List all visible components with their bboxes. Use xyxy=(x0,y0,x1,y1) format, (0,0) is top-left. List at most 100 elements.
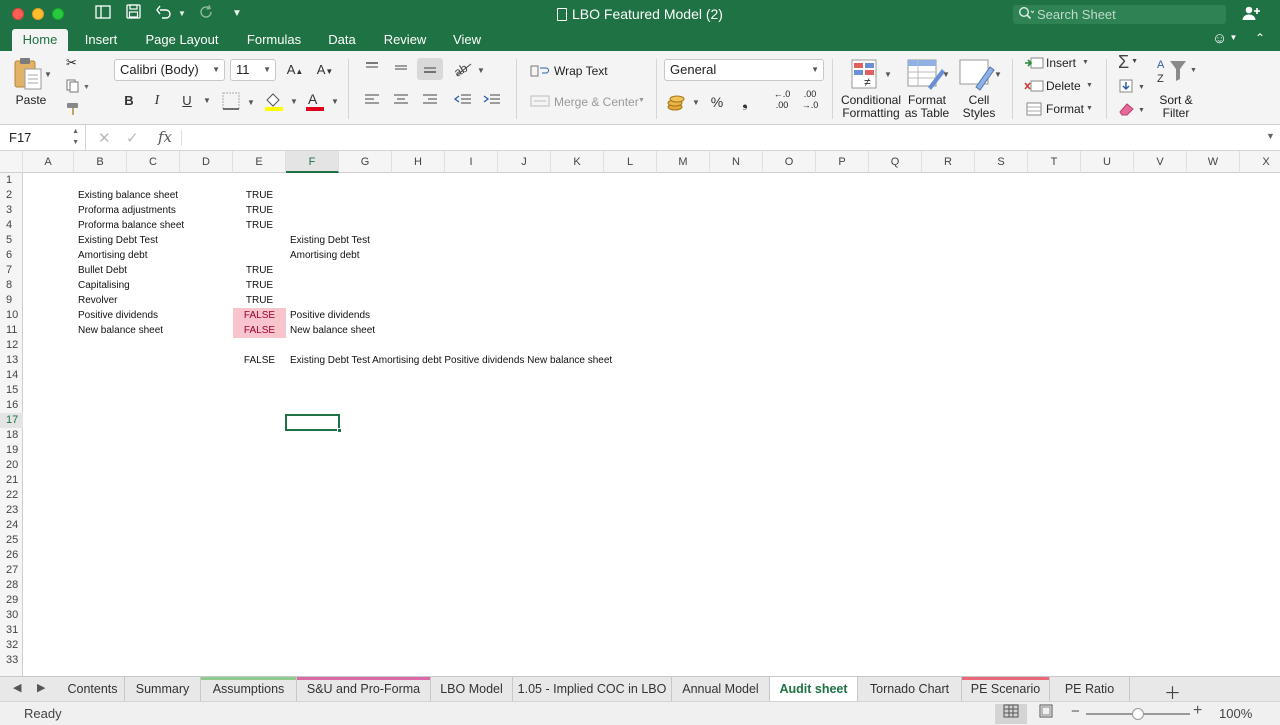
conditional-formatting-icon[interactable]: ≠ ▼ xyxy=(850,57,892,94)
column-header-d[interactable]: D xyxy=(180,151,233,173)
sheet-tab-contents[interactable]: Contents xyxy=(61,677,125,701)
column-header-u[interactable]: U xyxy=(1081,151,1134,173)
paste-label[interactable]: Paste xyxy=(10,94,52,107)
tab-insert[interactable]: Insert xyxy=(78,29,124,51)
cell-styles-icon[interactable]: ▼ xyxy=(958,57,1002,94)
customize-toolbar-icon[interactable]: ▼ xyxy=(230,4,244,24)
cell-b9[interactable]: Revolver xyxy=(78,293,117,308)
column-header-n[interactable]: N xyxy=(710,151,763,173)
column-header-q[interactable]: Q xyxy=(869,151,922,173)
paste-icon[interactable] xyxy=(12,57,48,94)
tab-page-layout[interactable]: Page Layout xyxy=(137,29,227,51)
column-header-p[interactable]: P xyxy=(816,151,869,173)
column-header-v[interactable]: V xyxy=(1134,151,1187,173)
cell-e3[interactable]: TRUE xyxy=(233,203,286,218)
accounting-format-icon[interactable]: ▼ xyxy=(666,92,700,115)
normal-view-icon[interactable] xyxy=(995,704,1027,724)
column-header-b[interactable]: B xyxy=(74,151,127,173)
row-header-1[interactable]: 1 xyxy=(0,173,23,188)
sheet-tab-1-05-implied-coc-in-lbo[interactable]: 1.05 - Implied COC in LBO xyxy=(513,677,672,701)
align-middle-button[interactable] xyxy=(388,58,414,80)
cut-icon[interactable]: ✂ xyxy=(66,55,77,71)
format-as-table-button[interactable]: Format as Table xyxy=(902,94,952,120)
column-header-x[interactable]: X xyxy=(1240,151,1280,173)
column-header-a[interactable]: A xyxy=(23,151,74,173)
column-header-c[interactable]: C xyxy=(127,151,180,173)
row-header-2[interactable]: 2 xyxy=(0,188,23,203)
decrease-decimal-button[interactable]: .00 →.0 xyxy=(796,89,824,115)
row-header-7[interactable]: 7 xyxy=(0,263,23,278)
sheet-tab-pe-scenario[interactable]: PE Scenario xyxy=(962,677,1050,701)
row-header-16[interactable]: 16 xyxy=(0,398,23,413)
zoom-in-icon[interactable]: + xyxy=(1193,702,1202,720)
tab-view[interactable]: View xyxy=(446,29,488,51)
row-header-28[interactable]: 28 xyxy=(0,578,23,593)
delete-dropdown-icon[interactable]: ▼ xyxy=(1086,82,1093,89)
autosum-icon[interactable]: Σ ▼ xyxy=(1118,52,1138,73)
cell-e2[interactable]: TRUE xyxy=(233,188,286,203)
format-painter-icon[interactable] xyxy=(66,102,82,119)
font-color-icon[interactable]: A ▼ xyxy=(304,91,340,114)
cell-b7[interactable]: Bullet Debt xyxy=(78,263,127,278)
select-all-corner[interactable] xyxy=(0,151,23,173)
tab-formulas[interactable]: Formulas xyxy=(240,29,308,51)
row-header-32[interactable]: 32 xyxy=(0,638,23,653)
wrap-text-button[interactable]: Wrap Text xyxy=(554,64,608,78)
row-header-21[interactable]: 21 xyxy=(0,473,23,488)
previous-sheet-icon[interactable]: ◀ xyxy=(13,681,21,694)
row-header-12[interactable]: 12 xyxy=(0,338,23,353)
comma-style-button[interactable]: ❟ xyxy=(732,91,758,113)
decrease-font-size-button[interactable]: A▼ xyxy=(312,59,338,81)
row-header-11[interactable]: 11 xyxy=(0,323,23,338)
cell-e13[interactable]: FALSE xyxy=(233,353,286,368)
row-header-23[interactable]: 23 xyxy=(0,503,23,518)
cell-b5[interactable]: Existing Debt Test xyxy=(78,233,158,248)
font-size-dropdown[interactable]: 11 ▼ xyxy=(230,59,276,81)
column-header-f[interactable]: F xyxy=(286,151,339,173)
sheet-tab-lbo-model[interactable]: LBO Model xyxy=(431,677,513,701)
row-header-8[interactable]: 8 xyxy=(0,278,23,293)
copy-icon[interactable]: ▼ xyxy=(66,79,90,96)
cell-f5[interactable]: Existing Debt Test xyxy=(290,233,370,248)
conditional-formatting-button[interactable]: Conditional Formatting xyxy=(840,94,902,120)
row-header-10[interactable]: 10 xyxy=(0,308,23,323)
sort-filter-icon[interactable]: A Z ▼ xyxy=(1156,57,1198,90)
insert-cells-button[interactable]: Insert xyxy=(1046,56,1076,70)
column-header-m[interactable]: M xyxy=(657,151,710,173)
fill-color-icon[interactable]: ▼ xyxy=(263,91,299,114)
column-header-e[interactable]: E xyxy=(233,151,286,173)
align-right-button[interactable] xyxy=(417,90,443,112)
expand-formula-bar-icon[interactable]: ▼ xyxy=(1266,131,1275,141)
zoom-out-icon[interactable]: − xyxy=(1071,703,1080,720)
cell-b4[interactable]: Proforma balance sheet xyxy=(78,218,184,233)
fill-icon[interactable]: ▼ xyxy=(1118,79,1146,96)
name-box[interactable]: F17 ▲ ▼ xyxy=(0,125,86,151)
cell-f10[interactable]: Positive dividends xyxy=(290,308,370,323)
format-cells-button[interactable]: Format xyxy=(1046,102,1084,116)
selected-cell-outline[interactable] xyxy=(285,414,342,433)
column-header-s[interactable]: S xyxy=(975,151,1028,173)
row-header-18[interactable]: 18 xyxy=(0,428,23,443)
borders-icon[interactable]: ▼ xyxy=(222,92,256,113)
row-header-4[interactable]: 4 xyxy=(0,218,23,233)
tab-home[interactable]: Home xyxy=(12,29,68,51)
align-top-button[interactable] xyxy=(359,58,385,80)
column-header-i[interactable]: I xyxy=(445,151,498,173)
sheet-tab-pe-ratio[interactable]: PE Ratio xyxy=(1050,677,1130,701)
cell-e9[interactable]: TRUE xyxy=(233,293,286,308)
column-header-h[interactable]: H xyxy=(392,151,445,173)
row-header-5[interactable]: 5 xyxy=(0,233,23,248)
sheet-tab-annual-model[interactable]: Annual Model xyxy=(672,677,770,701)
spreadsheet-grid[interactable]: ABCDEFGHIJKLMNOPQRSTUVWX 1 2 3 4 5 6 7 8 9 10 11 12… xyxy=(0,151,1280,676)
zoom-level[interactable]: 100% xyxy=(1219,702,1252,725)
column-header-k[interactable]: K xyxy=(551,151,604,173)
row-header-20[interactable]: 20 xyxy=(0,458,23,473)
redo-icon[interactable] xyxy=(198,4,216,24)
confirm-entry-icon[interactable]: ✓ xyxy=(126,129,139,147)
decrease-indent-button[interactable] xyxy=(450,90,476,112)
format-as-table-icon[interactable]: ▼ xyxy=(906,57,950,94)
cell-e7[interactable]: TRUE xyxy=(233,263,286,278)
column-header-j[interactable]: J xyxy=(498,151,551,173)
share-person-icon[interactable] xyxy=(1241,5,1261,23)
next-sheet-icon[interactable]: ▶ xyxy=(37,681,45,694)
